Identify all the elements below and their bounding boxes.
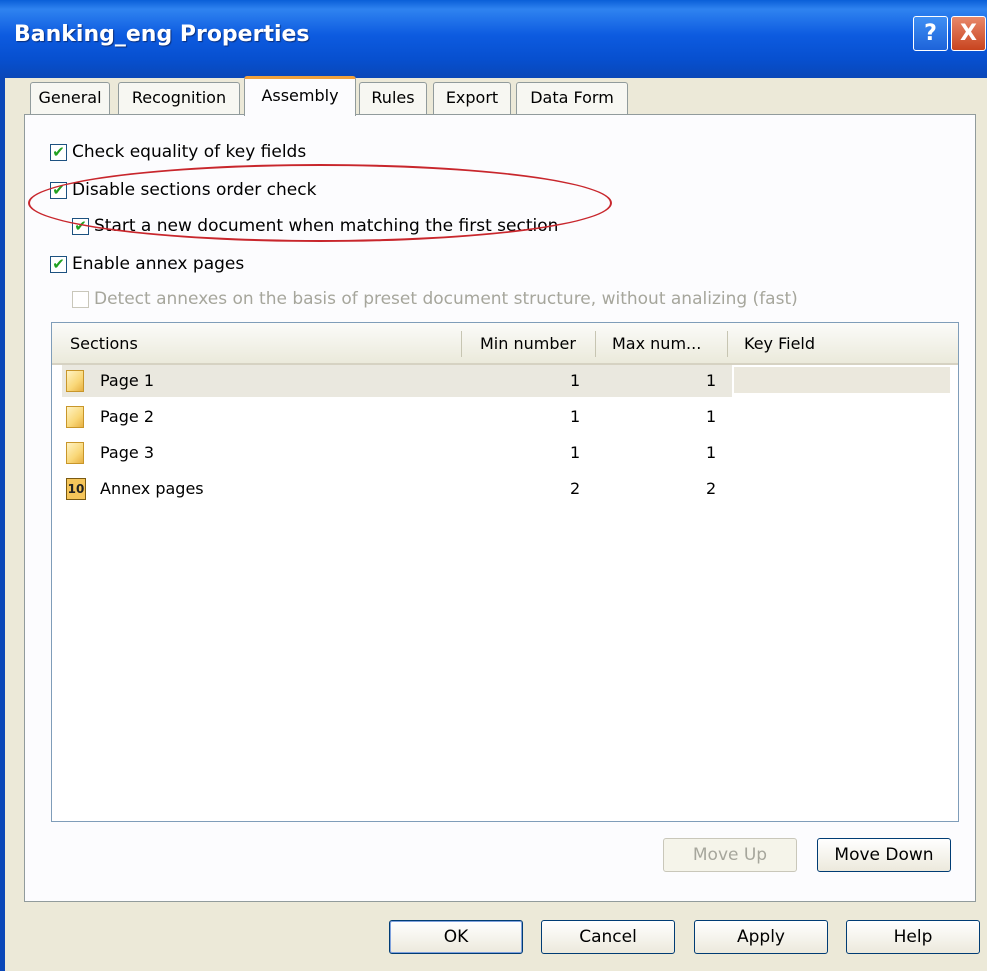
- column-separator[interactable]: [727, 331, 728, 357]
- table-row[interactable]: 10 Annex pages 2 2: [52, 471, 958, 507]
- help-title-button[interactable]: ?: [913, 16, 948, 51]
- min-number: 1: [570, 371, 581, 390]
- question-mark-icon: ?: [924, 21, 937, 46]
- column-header-key-field[interactable]: Key Field: [744, 323, 815, 361]
- section-name: Page 3: [100, 443, 154, 462]
- detect-annexes-checkbox-row: Detect annexes on the basis of preset do…: [72, 289, 798, 309]
- min-number: 1: [570, 407, 581, 426]
- window-title: Banking_eng Properties: [14, 22, 310, 47]
- column-header-min-number[interactable]: Min number: [480, 323, 576, 361]
- max-number: 1: [706, 443, 717, 462]
- table-row[interactable]: Page 3 1 1: [52, 435, 958, 471]
- selection-highlight: [62, 365, 732, 397]
- apply-button[interactable]: Apply: [694, 920, 828, 954]
- checkmark-icon: ✔: [52, 180, 65, 199]
- checkbox-label: Check equality of key fields: [72, 142, 307, 162]
- tab-label: Export: [445, 88, 499, 107]
- help-button[interactable]: Help: [846, 920, 980, 954]
- column-header-max-number[interactable]: Max num...: [612, 323, 701, 361]
- title-bar: Banking_eng Properties ? X: [0, 0, 987, 78]
- tab-assembly[interactable]: Assembly: [244, 76, 356, 116]
- window-frame-left: [0, 78, 5, 971]
- checkbox: [72, 290, 89, 308]
- section-name: Annex pages: [100, 479, 204, 498]
- checkbox[interactable]: ✔: [50, 254, 67, 273]
- min-number: 2: [570, 479, 581, 498]
- ok-button[interactable]: OK: [389, 920, 523, 954]
- check-equality-checkbox-row[interactable]: ✔ Check equality of key fields: [50, 142, 306, 162]
- checkbox-label: Start a new document when matching the f…: [94, 216, 559, 236]
- page-icon: [66, 442, 84, 464]
- checkbox-label: Disable sections order check: [72, 180, 317, 200]
- checkbox[interactable]: ✔: [72, 216, 89, 235]
- tab-general[interactable]: General: [30, 82, 110, 114]
- page-icon: [66, 370, 84, 392]
- table-row[interactable]: Page 2 1 1: [52, 399, 958, 435]
- max-number: 1: [706, 371, 717, 390]
- checkbox[interactable]: ✔: [50, 180, 67, 199]
- tab-label: Recognition: [131, 88, 227, 107]
- start-new-document-checkbox-row[interactable]: ✔ Start a new document when matching the…: [72, 216, 558, 236]
- cancel-button[interactable]: Cancel: [541, 920, 675, 954]
- column-separator[interactable]: [461, 331, 462, 357]
- tab-label: General: [38, 88, 102, 107]
- move-down-button[interactable]: Move Down: [817, 838, 951, 872]
- column-header-sections[interactable]: Sections: [70, 323, 138, 361]
- tab-rules[interactable]: Rules: [359, 82, 427, 114]
- tab-label: Rules: [371, 88, 415, 107]
- key-field-cell[interactable]: [734, 367, 950, 393]
- annex-pages-icon: 10: [66, 478, 86, 500]
- checkbox[interactable]: ✔: [50, 142, 67, 161]
- checkmark-icon: ✔: [52, 142, 65, 161]
- disable-order-checkbox-row[interactable]: ✔ Disable sections order check: [50, 180, 316, 200]
- checkmark-icon: ✔: [74, 216, 87, 235]
- section-name: Page 1: [100, 371, 154, 390]
- list-header: Sections Min number Max num... Key Field: [52, 323, 958, 365]
- checkbox-label: Enable annex pages: [72, 254, 245, 274]
- max-number: 1: [706, 407, 717, 426]
- checkbox-label: Detect annexes on the basis of preset do…: [94, 289, 798, 309]
- min-number: 1: [570, 443, 581, 462]
- tab-recognition[interactable]: Recognition: [118, 82, 240, 114]
- tab-label: Assembly: [261, 86, 339, 105]
- enable-annex-checkbox-row[interactable]: ✔ Enable annex pages: [50, 254, 244, 274]
- move-up-button: Move Up: [663, 838, 797, 872]
- column-separator[interactable]: [595, 331, 596, 357]
- sections-list[interactable]: Sections Min number Max num... Key Field…: [51, 322, 959, 822]
- section-name: Page 2: [100, 407, 154, 426]
- close-button[interactable]: X: [951, 16, 986, 51]
- checkmark-icon: ✔: [52, 254, 65, 273]
- tab-label: Data Form: [530, 88, 614, 107]
- table-row[interactable]: Page 1 1 1: [52, 363, 958, 399]
- tab-data-form[interactable]: Data Form: [516, 82, 628, 114]
- page-icon: [66, 406, 84, 428]
- tab-export[interactable]: Export: [433, 82, 511, 114]
- max-number: 2: [706, 479, 717, 498]
- close-icon: X: [960, 21, 977, 46]
